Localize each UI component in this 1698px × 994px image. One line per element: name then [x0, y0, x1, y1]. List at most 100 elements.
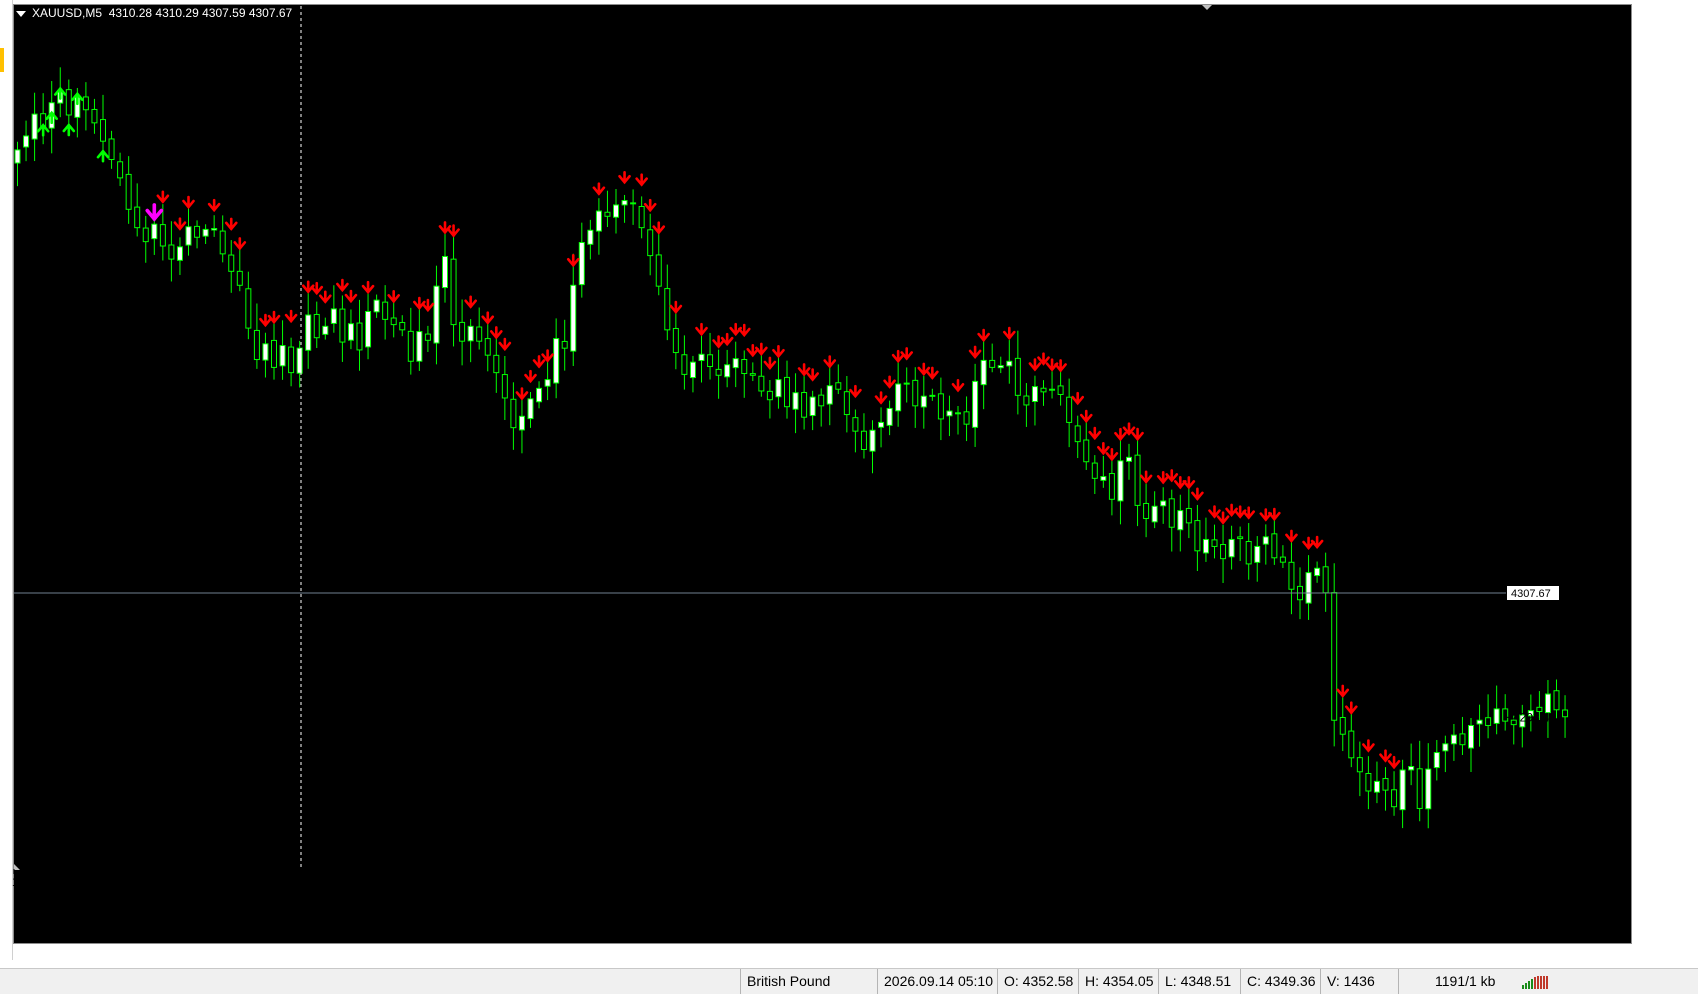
time-axis-label: 14 Sep 09:45 — [1075, 875, 1147, 889]
candle-body — [929, 394, 936, 397]
candle-body — [1450, 734, 1457, 745]
time-axis-label: 11 Sep 22:35 — [189, 875, 260, 889]
candle-body — [1485, 717, 1492, 726]
current-price-label: 4307.67 — [1511, 588, 1551, 600]
sell-arrow-icon — [284, 309, 298, 324]
candle-body — [1468, 724, 1474, 749]
buy-arrow-icon — [53, 86, 67, 100]
sell-arrow-icon — [1114, 427, 1127, 442]
sell-arrow-icon — [1097, 441, 1110, 456]
candle-body — [23, 135, 30, 148]
candle-body — [1553, 690, 1560, 711]
candle-body — [604, 211, 611, 217]
candle-body — [253, 329, 260, 361]
candle-body — [1245, 540, 1252, 565]
candle-body — [886, 407, 893, 426]
candle-body — [1083, 439, 1090, 463]
symbol-timeframe: XAUUSD,M5 — [32, 6, 103, 20]
sell-arrow-icon — [481, 311, 495, 325]
candle-body — [1134, 454, 1141, 506]
candle-body — [476, 326, 483, 342]
candle-body — [1066, 396, 1073, 423]
sell-arrow-icon — [541, 349, 554, 363]
candle-body — [578, 242, 585, 286]
candle-body — [194, 225, 201, 238]
candle-body — [459, 321, 466, 342]
status-connection[interactable]: 1191/1 kb — [1398, 969, 1495, 994]
sell-arrow-icon — [652, 221, 666, 235]
chart-corner-marker-icon — [14, 864, 20, 870]
candle-body — [390, 317, 397, 326]
candle-body — [31, 113, 38, 140]
sell-arrow-icon — [145, 203, 164, 222]
sell-arrow-icon — [874, 391, 888, 405]
status-low: L: 4348.51 — [1158, 969, 1231, 994]
candle-body — [245, 288, 252, 329]
candle-body — [989, 359, 996, 368]
sell-arrow-icon — [1310, 535, 1324, 550]
candle-body — [1305, 572, 1312, 604]
sell-arrow-icon — [1003, 326, 1016, 341]
chart-menu-triangle-icon[interactable] — [16, 10, 26, 17]
price-axis-label: 4345.20 — [1513, 258, 1557, 272]
candle-body — [125, 173, 132, 210]
chart-scroll-marker-icon[interactable] — [1202, 5, 1212, 10]
status-description: British Pound — [740, 969, 830, 994]
sell-arrow-icon — [977, 328, 990, 343]
status-close: C: 4349.36 — [1240, 969, 1316, 994]
price-axis-label: 4334.90 — [1513, 349, 1557, 363]
candle-body — [553, 338, 560, 384]
candle-body — [211, 228, 218, 231]
sell-arrow-icon — [1037, 352, 1050, 366]
candle-body — [347, 323, 354, 341]
candle-body — [655, 254, 662, 287]
candle-body — [1117, 460, 1124, 502]
candle-body — [536, 387, 543, 403]
sell-arrow-icon — [515, 387, 529, 401]
price-axis-label: 4277.90 — [1513, 846, 1557, 860]
candle-body — [279, 345, 286, 367]
sell-arrow-icon — [498, 337, 512, 352]
sell-arrow-icon — [772, 344, 785, 359]
candle-body — [1202, 538, 1209, 554]
time-axis-label: 14 Sep 12:45 — [1341, 875, 1413, 889]
candle-body — [407, 330, 414, 362]
candle-body — [587, 229, 594, 245]
sell-arrow-icon — [1268, 507, 1281, 522]
time-axis-label: 14 Sep 07:45 — [898, 875, 970, 889]
price-chart[interactable]: 4371.10 4365.90 4360.80 4355.60 4350.40 4345.… — [0, 0, 1698, 960]
candle-body — [442, 255, 448, 289]
sell-arrow-icon — [1191, 487, 1204, 501]
candle-body — [681, 354, 688, 375]
sell-arrow-icon — [1336, 684, 1350, 698]
candle-body — [228, 254, 235, 272]
candle-body — [117, 161, 124, 179]
candle-body — [963, 411, 970, 425]
sell-arrow-icon — [806, 368, 819, 382]
sell-arrow-icon — [643, 198, 657, 213]
candle-body — [664, 288, 671, 331]
time-axis-label: 11 Sep 23:35 — [278, 875, 349, 889]
time-axis-label: 11 Sep 21:35 — [101, 875, 172, 889]
candle-body — [1023, 395, 1030, 406]
candle-body — [1014, 357, 1021, 396]
status-bar: British Pound 2026.09.14 05:10 O: 4352.5… — [0, 968, 1698, 994]
candle-body — [843, 391, 850, 416]
time-axis-label: 14 Sep 11:45 — [1252, 875, 1323, 889]
sell-arrow-icon — [720, 332, 734, 347]
candle-body — [937, 393, 944, 420]
sell-arrow-icon — [1088, 426, 1102, 441]
sell-arrow-icon — [207, 198, 221, 213]
candle-body — [689, 361, 696, 379]
candle-body — [1314, 567, 1321, 577]
time-axis-label: 14 Sep 05:45 — [721, 875, 793, 889]
candle-body — [1151, 505, 1158, 523]
sell-arrow-icon — [233, 237, 247, 251]
price-axis-label: 4355.60 — [1513, 168, 1557, 182]
price-axis-label: 4350.40 — [1513, 213, 1557, 227]
candle-body — [852, 417, 859, 432]
price-axis-label: 4293.40 — [1513, 710, 1557, 724]
sell-arrow-icon — [755, 342, 768, 356]
status-high: H: 4354.05 — [1078, 969, 1154, 994]
price-axis-label: 4298.60 — [1513, 665, 1557, 679]
